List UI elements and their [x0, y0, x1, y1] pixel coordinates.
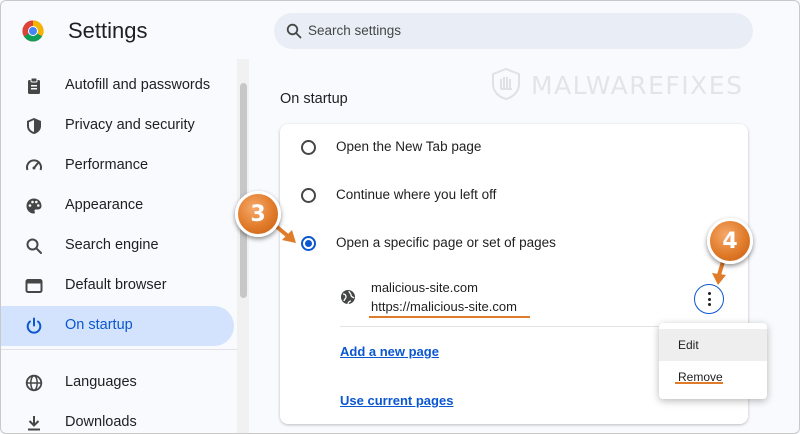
sidebar-item-label: Downloads — [65, 414, 137, 430]
chrome-logo-icon — [22, 20, 44, 42]
speedometer-icon — [26, 159, 42, 171]
sidebar-item-downloads[interactable]: Downloads — [1, 403, 234, 433]
startup-page-url: https://malicious-site.com — [371, 299, 517, 314]
sidebar-scrollbar-thumb[interactable] — [240, 83, 247, 298]
sidebar-item-label: Languages — [65, 374, 137, 390]
sidebar-item-on-startup[interactable]: On startup — [1, 306, 234, 346]
sidebar-item-performance[interactable]: Performance — [1, 146, 234, 186]
context-menu: Edit Remove — [659, 323, 767, 399]
url-highlight-underline — [369, 316, 530, 318]
step-3-badge: 3 — [235, 191, 281, 237]
sidebar-item-languages[interactable]: Languages — [1, 363, 234, 403]
sidebar-item-search-engine[interactable]: Search engine — [1, 226, 234, 266]
shield-icon — [27, 118, 41, 134]
sidebar-item-label: Autofill and passwords — [65, 77, 211, 93]
palette-icon — [26, 198, 42, 214]
step-4-badge: 4 — [707, 218, 753, 264]
option-label: Continue where you left off — [336, 187, 497, 202]
sidebar-divider — [1, 349, 237, 350]
add-new-page-link[interactable]: Add a new page — [340, 344, 439, 359]
option-continue[interactable]: Continue where you left off — [280, 176, 748, 216]
radio-button[interactable] — [301, 140, 316, 155]
hand-shield-icon — [492, 67, 520, 101]
sidebar: Autofill and passwords Privacy and secur… — [1, 59, 237, 433]
sidebar-item-default-browser[interactable]: Default browser — [1, 266, 234, 306]
more-vert-icon — [707, 303, 711, 306]
power-icon — [26, 317, 42, 334]
option-label: Open the New Tab page — [336, 139, 482, 154]
browser-window-icon — [25, 279, 43, 293]
radio-button-selected[interactable] — [301, 236, 316, 251]
radio-button[interactable] — [301, 188, 316, 203]
use-current-pages-link[interactable]: Use current pages — [340, 393, 453, 408]
sidebar-item-label: Default browser — [65, 277, 167, 293]
globe-icon — [25, 374, 43, 392]
sidebar-item-label: Performance — [65, 157, 149, 173]
sidebar-item-label: Search engine — [65, 237, 159, 253]
more-vert-icon — [707, 297, 711, 301]
page-title: Settings — [68, 18, 148, 43]
startup-page-name: malicious-site.com — [371, 280, 478, 295]
globe-icon — [341, 290, 355, 305]
search-placeholder: Search settings — [308, 23, 402, 38]
settings-window: Settings Search settings MALWAREFIXES Au… — [0, 0, 800, 434]
sidebar-item-privacy[interactable]: Privacy and security — [1, 106, 234, 146]
menu-item-edit[interactable]: Edit — [659, 329, 767, 361]
search-input[interactable]: Search settings — [274, 13, 753, 49]
menu-item-label: Edit — [678, 338, 699, 352]
sidebar-item-label: On startup — [65, 317, 133, 333]
clipboard-icon — [28, 77, 40, 94]
sidebar-item-label: Appearance — [65, 197, 144, 213]
watermark-text: MALWAREFIXES — [531, 71, 744, 100]
option-new-tab[interactable]: Open the New Tab page — [280, 128, 748, 168]
sidebar-item-autofill[interactable]: Autofill and passwords — [1, 66, 234, 106]
search-icon — [26, 238, 42, 254]
search-icon — [286, 23, 302, 39]
menu-item-remove[interactable]: Remove — [659, 361, 767, 393]
more-vert-icon — [707, 292, 711, 295]
option-specific-pages[interactable]: Open a specific page or set of pages — [280, 224, 748, 264]
header: Settings Search settings — [1, 1, 799, 59]
sidebar-item-label: Privacy and security — [65, 117, 195, 133]
sidebar-item-appearance[interactable]: Appearance — [1, 186, 234, 226]
section-title: On startup — [280, 91, 348, 107]
more-actions-button[interactable] — [694, 284, 724, 314]
watermark: MALWAREFIXES — [489, 67, 794, 103]
remove-highlight-underline — [675, 382, 723, 384]
download-icon — [28, 416, 40, 431]
option-label: Open a specific page or set of pages — [336, 235, 556, 250]
